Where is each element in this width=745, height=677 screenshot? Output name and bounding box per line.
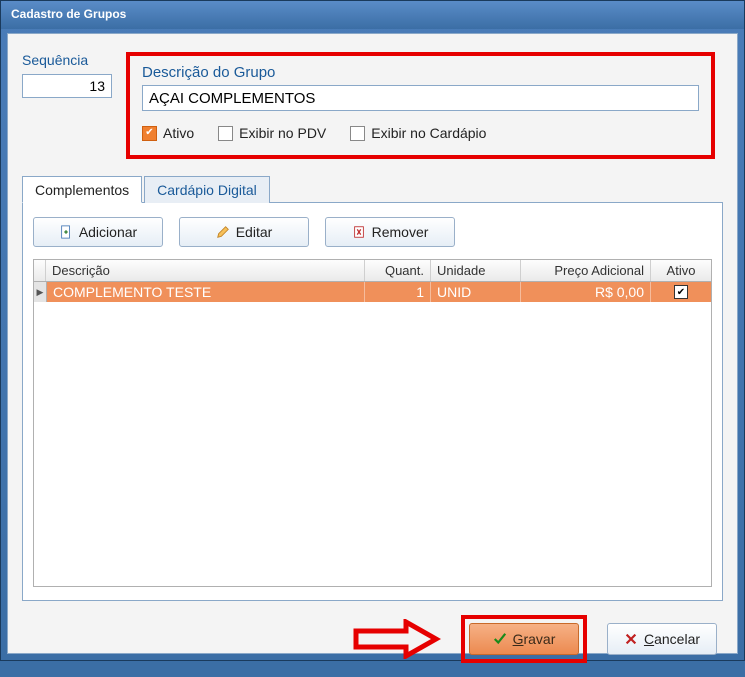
title-bar: Cadastro de Grupos xyxy=(1,1,744,29)
cell-ativo[interactable] xyxy=(651,282,711,302)
gravar-label: Gravar xyxy=(513,631,556,647)
tab-strip: Complementos Cardápio Digital xyxy=(22,175,723,203)
descricao-grupo-label: Descrição do Grupo xyxy=(142,64,699,81)
editar-label: Editar xyxy=(236,224,273,240)
exibir-cardapio-label: Exibir no Cardápio xyxy=(371,125,486,141)
col-preco[interactable]: Preço Adicional xyxy=(521,260,651,281)
descricao-grupo-highlight: Descrição do Grupo Ativo Exibir no PDV E… xyxy=(126,52,715,159)
x-red-icon xyxy=(624,632,638,646)
top-section: Sequência Descrição do Grupo Ativo Exibi… xyxy=(8,34,737,169)
row-indicator-icon: ▶ xyxy=(34,282,47,302)
table-row[interactable]: ▶ COMPLEMENTO TESTE 1 UNID R$ 0,00 xyxy=(34,282,711,302)
col-unidade[interactable]: Unidade xyxy=(431,260,521,281)
sequencia-block: Sequência xyxy=(22,52,112,98)
gravar-highlight: Gravar xyxy=(461,615,587,663)
tab-panel-complementos: Adicionar Editar Remover xyxy=(22,203,723,601)
remover-button[interactable]: Remover xyxy=(325,217,455,247)
check-green-icon xyxy=(493,632,507,646)
tab-cardapio-digital[interactable]: Cardápio Digital xyxy=(144,176,270,203)
exibir-pdv-checkbox[interactable]: Exibir no PDV xyxy=(218,125,326,141)
cell-quant: 1 xyxy=(365,282,431,302)
content-area: Sequência Descrição do Grupo Ativo Exibi… xyxy=(7,33,738,654)
cell-preco: R$ 0,00 xyxy=(521,282,651,302)
window-title: Cadastro de Grupos xyxy=(11,7,126,21)
sequencia-label: Sequência xyxy=(22,52,112,68)
grid-marker-head xyxy=(34,260,46,281)
col-quant[interactable]: Quant. xyxy=(365,260,431,281)
tab-complementos[interactable]: Complementos xyxy=(22,176,142,203)
pencil-icon xyxy=(216,225,230,239)
cancelar-button[interactable]: Cancelar xyxy=(607,623,717,655)
checkbox-icon xyxy=(142,126,157,141)
adicionar-label: Adicionar xyxy=(79,224,137,240)
grid-header: Descrição Quant. Unidade Preço Adicional… xyxy=(34,260,711,282)
document-add-icon xyxy=(59,225,73,239)
footer-bar: Gravar Cancelar xyxy=(8,601,737,677)
checkbox-icon xyxy=(218,126,233,141)
sequencia-input[interactable] xyxy=(22,74,112,98)
checkbox-row: Ativo Exibir no PDV Exibir no Cardápio xyxy=(142,125,699,141)
col-descricao[interactable]: Descrição xyxy=(46,260,365,281)
delete-icon xyxy=(352,225,366,239)
exibir-pdv-label: Exibir no PDV xyxy=(239,125,326,141)
window: Cadastro de Grupos Sequência Descrição d… xyxy=(0,0,745,661)
cancelar-label: Cancelar xyxy=(644,631,700,647)
ativo-label: Ativo xyxy=(163,125,194,141)
arrow-icon xyxy=(351,619,441,659)
gravar-button[interactable]: Gravar xyxy=(469,623,579,655)
grid: Descrição Quant. Unidade Preço Adicional… xyxy=(33,259,712,587)
adicionar-button[interactable]: Adicionar xyxy=(33,217,163,247)
col-ativo[interactable]: Ativo xyxy=(651,260,711,281)
ativo-checkbox[interactable]: Ativo xyxy=(142,125,194,141)
remover-label: Remover xyxy=(372,224,429,240)
check-icon xyxy=(674,285,688,299)
cell-descricao: COMPLEMENTO TESTE xyxy=(47,282,365,302)
descricao-grupo-input[interactable] xyxy=(142,85,699,111)
tabs: Complementos Cardápio Digital Adicionar xyxy=(22,175,723,601)
exibir-cardapio-checkbox[interactable]: Exibir no Cardápio xyxy=(350,125,486,141)
checkbox-icon xyxy=(350,126,365,141)
cell-unidade: UNID xyxy=(431,282,521,302)
editar-button[interactable]: Editar xyxy=(179,217,309,247)
toolbar-row: Adicionar Editar Remover xyxy=(33,217,712,247)
